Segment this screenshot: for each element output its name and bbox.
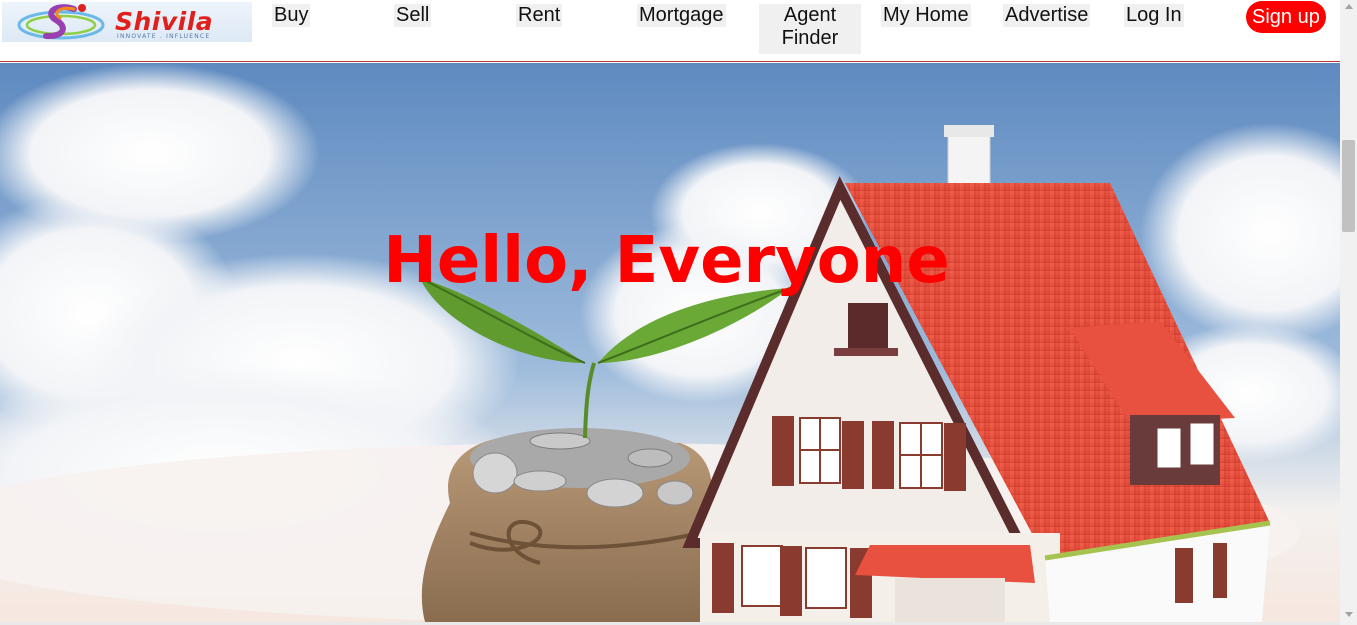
signup-button[interactable]: Sign up xyxy=(1246,1,1326,33)
nav-agent-finder[interactable]: Agent Finder xyxy=(759,4,861,54)
nav-sell[interactable]: Sell xyxy=(394,4,432,27)
hero-image xyxy=(0,63,1340,622)
scroll-down-arrow-icon[interactable] xyxy=(1345,612,1353,617)
nav-login[interactable]: Log In xyxy=(1124,4,1184,27)
nav-buy[interactable]: Buy xyxy=(272,4,311,27)
brand-logo[interactable]: Shivila INNOVATE . INFLUENCE xyxy=(2,2,252,42)
brand-tagline: INNOVATE . INFLUENCE xyxy=(117,33,211,40)
top-navbar: Shivila INNOVATE . INFLUENCE Buy Sell Re… xyxy=(0,0,1340,62)
hero-title: Hello, Everyone xyxy=(383,224,950,298)
nav-rent[interactable]: Rent xyxy=(516,4,563,27)
nav-agent-finder-line2: Finder xyxy=(781,27,839,49)
nav-advertise[interactable]: Advertise xyxy=(1003,4,1091,27)
vertical-scrollbar[interactable] xyxy=(1340,0,1357,625)
brand-name: Shivila xyxy=(115,7,214,36)
nav-mortgage[interactable]: Mortgage xyxy=(637,4,726,27)
scroll-up-arrow-icon[interactable] xyxy=(1345,4,1353,9)
nav-my-home[interactable]: My Home xyxy=(881,4,971,27)
swoosh-s-logo-icon xyxy=(17,4,105,40)
hero-banner: Hello, Everyone xyxy=(0,63,1340,622)
scrollbar-thumb[interactable] xyxy=(1342,140,1355,232)
nav-agent-finder-line1: Agent xyxy=(783,4,837,26)
